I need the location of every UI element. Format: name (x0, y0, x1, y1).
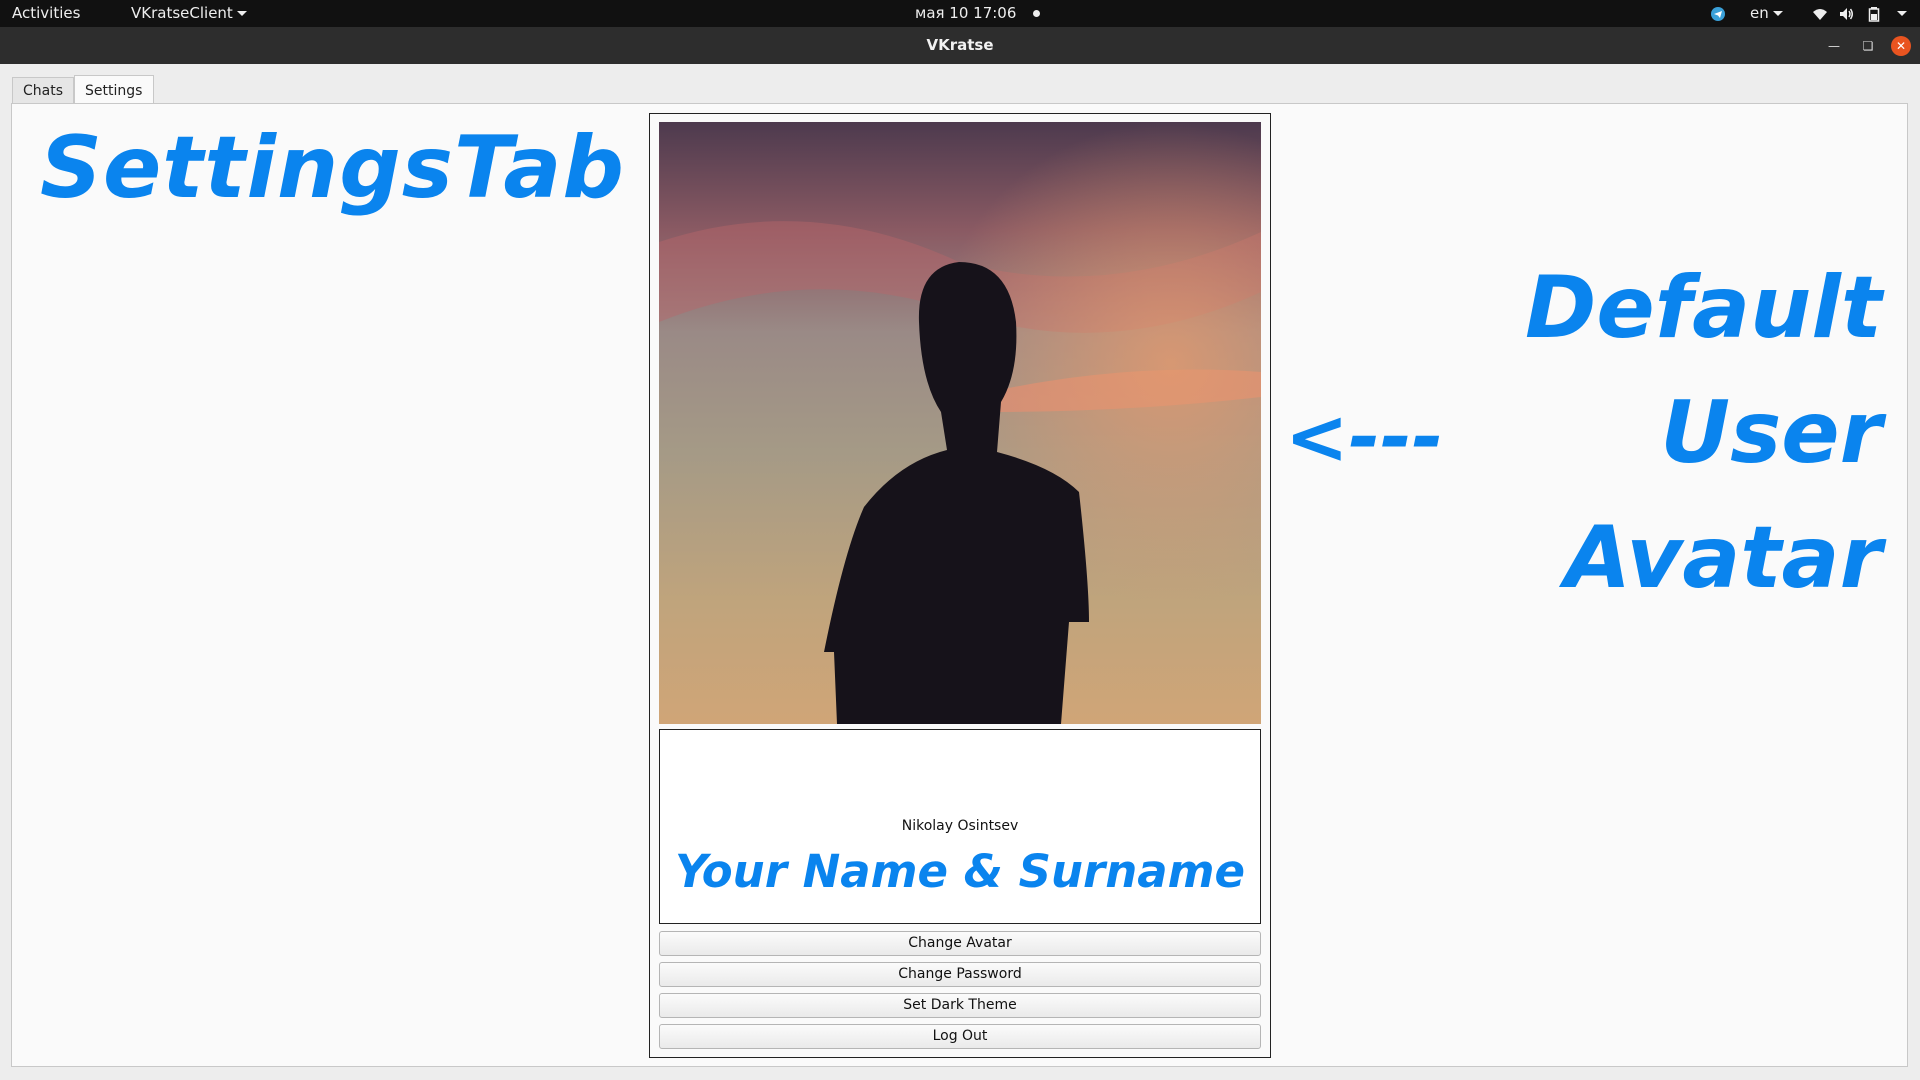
window-titlebar[interactable]: VKratse — ❏ ✕ (0, 27, 1920, 64)
user-name-label: Nikolay Osintsev (901, 818, 1019, 834)
language-selector[interactable]: en (1750, 0, 1783, 27)
tab-settings[interactable]: Settings (74, 75, 154, 105)
telegram-icon[interactable] (1710, 0, 1726, 27)
default-annotation-line2: User (1660, 383, 1882, 483)
default-annotation-line1: Default (1525, 258, 1882, 358)
system-top-bar: Activities VKratseClient мая 10 17:06 en (0, 0, 1920, 27)
settings-tab-annotation: SettingsTab (40, 118, 625, 218)
avatar-photo (659, 122, 1261, 724)
clock[interactable]: мая 10 17:06 (915, 0, 1041, 27)
change-password-button[interactable]: Change Password (659, 962, 1261, 987)
window-title: VKratse (926, 36, 994, 54)
default-annotation-line3: Avatar (1564, 508, 1882, 608)
log-out-button[interactable]: Log Out (659, 1024, 1261, 1049)
chevron-down-icon (1772, 11, 1783, 16)
app-menu-label: VKratseClient (131, 4, 233, 22)
app-menu[interactable]: VKratseClient (131, 0, 247, 27)
set-dark-theme-button[interactable]: Set Dark Theme (659, 993, 1261, 1018)
wifi-icon[interactable] (1812, 0, 1828, 27)
tab-chats[interactable]: Chats (12, 77, 74, 104)
chevron-down-icon (1897, 11, 1907, 16)
avatar-image[interactable] (659, 122, 1261, 724)
window-bottom-edge (0, 1067, 1920, 1080)
system-menu[interactable] (1893, 0, 1907, 27)
minimize-icon[interactable]: — (1824, 36, 1844, 56)
notification-dot-icon (1033, 10, 1041, 17)
close-icon[interactable]: ✕ (1891, 36, 1911, 56)
restore-icon[interactable]: ❏ (1858, 36, 1878, 56)
change-avatar-button[interactable]: Change Avatar (659, 931, 1261, 956)
name-annotation: Your Name & Surname (674, 845, 1246, 898)
clock-label: мая 10 17:06 (915, 4, 1017, 22)
battery-icon[interactable] (1868, 0, 1880, 27)
activities-button[interactable]: Activities (12, 0, 80, 27)
volume-icon[interactable] (1838, 0, 1854, 27)
chevron-down-icon (236, 11, 247, 16)
arrow-annotation: <--- (1285, 392, 1444, 481)
name-display-box: Nikolay Osintsev Your Name & Surname (659, 729, 1261, 924)
language-label: en (1750, 4, 1769, 22)
